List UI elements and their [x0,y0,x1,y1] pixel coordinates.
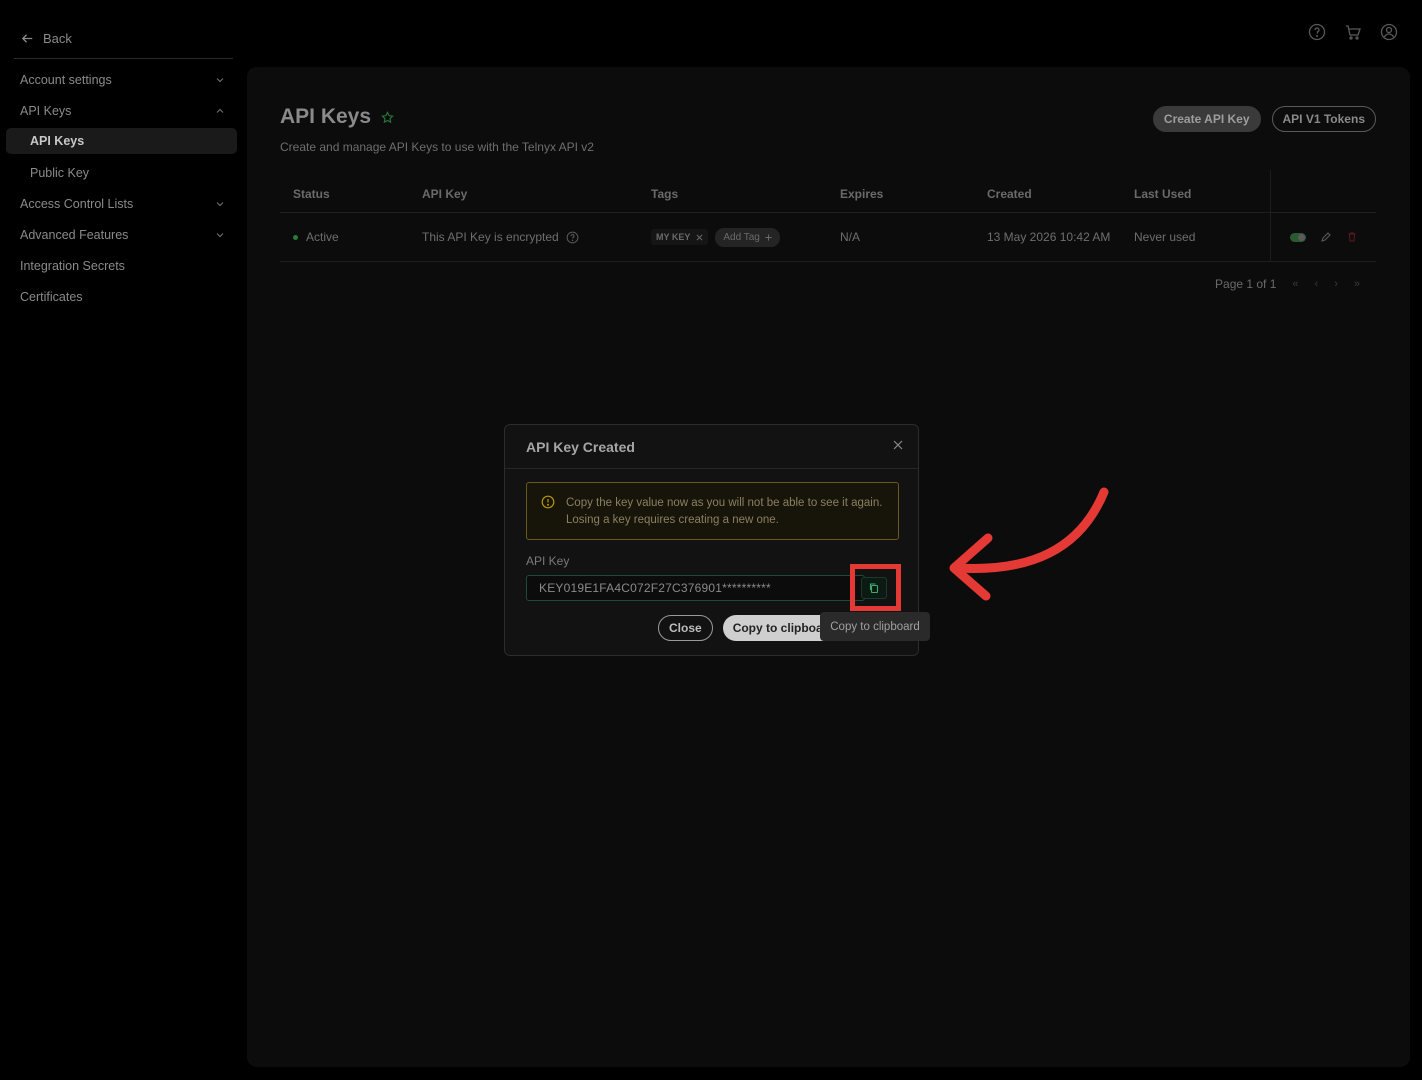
sidebar-item-label: Account settings [20,72,112,87]
sidebar-item-label: Public Key [30,165,90,180]
sidebar: Back Account settings API Keys API Keys … [0,0,247,1080]
close-icon[interactable] [696,234,703,241]
column-header: Last Used [1134,187,1192,201]
sidebar-item-label: Access Control Lists [20,196,134,211]
close-icon[interactable] [892,439,904,451]
sidebar-item-integration-secrets[interactable]: Integration Secrets [6,250,237,281]
sidebar-item-label: Integration Secrets [20,258,125,273]
warning-icon [541,495,555,509]
page-title: API Keys [280,105,372,128]
api-key-text: This API Key is encrypted [422,230,559,244]
sidebar-item-access-control-lists[interactable]: Access Control Lists [6,188,237,219]
warning-alert: Copy the key value now as you will not b… [526,482,899,540]
modal-actions: Close Copy to clipboard [658,615,841,641]
modal-title: API Key Created [526,439,635,455]
column-header: Tags [651,187,679,201]
create-api-key-button[interactable]: Create API Key [1152,106,1261,132]
prev-page-icon[interactable]: ‹ [1315,278,1319,290]
close-button[interactable]: Close [658,615,713,641]
sidebar-item-certificates[interactable]: Certificates [6,281,237,312]
expires-cell: N/A [840,230,861,244]
tags-cell: MY KEY Add Tag [651,227,780,247]
add-tag-button[interactable]: Add Tag [715,227,780,247]
row-actions [1290,231,1358,243]
chevron-down-icon [216,77,224,82]
header-actions: Create API Key API V1 Tokens [1152,106,1376,132]
plus-icon [765,233,772,241]
sidebar-divider [14,58,233,59]
back-label: Back [43,31,72,46]
modal-divider [505,468,918,469]
first-page-icon[interactable]: « [1292,278,1298,290]
column-header: API Key [422,187,468,201]
cart-icon[interactable] [1344,23,1362,41]
sidebar-item-account-settings[interactable]: Account settings [6,64,237,95]
last-used-cell: Never used [1134,230,1196,244]
sidebar-nav: Account settings API Keys API Keys Publi… [6,64,237,312]
sidebar-item-label: Advanced Features [20,227,129,242]
sidebar-item-public-key[interactable]: Public Key [6,157,237,188]
question-icon[interactable] [566,231,579,244]
created-cell: 13 May 2026 10:42 AM [987,230,1111,244]
star-icon[interactable] [381,110,394,124]
pagination: Page 1 of 1 « ‹ › » [1215,277,1360,291]
sidebar-item-advanced-features[interactable]: Advanced Features [6,219,237,250]
status-dot [293,234,298,240]
page-indicator: Page 1 of 1 [1215,277,1277,291]
chevron-down-icon [216,201,224,206]
api-v1-tokens-button[interactable]: API V1 Tokens [1271,106,1376,132]
help-icon[interactable] [1308,23,1326,41]
sidebar-item-label: Certificates [20,289,83,304]
tag-chip: MY KEY [651,229,709,245]
tag-label: MY KEY [656,232,691,242]
column-header: Status [293,187,330,201]
sidebar-item-api-keys-group[interactable]: API Keys [6,95,237,126]
next-page-icon[interactable]: › [1334,278,1338,290]
top-toolbar [1308,23,1398,41]
sidebar-item-api-keys[interactable]: API Keys [6,128,237,154]
sidebar-item-label: API Keys [20,103,72,118]
copy-icon [869,583,879,594]
api-key-field[interactable]: KEY019E1FA4C072F27C376901********** [526,575,865,601]
sidebar-item-label: API Keys [30,134,85,148]
table-header: Status API Key Tags Expires Created Last… [280,170,1376,262]
api-key-label: API Key [526,554,570,568]
copy-tooltip: Copy to clipboard [820,612,930,641]
table-row: Active This API Key is encrypted MY KEY … [280,213,1376,262]
arrow-left-icon [21,34,33,43]
trash-icon[interactable] [1346,231,1358,243]
column-header: Created [987,187,1032,201]
enable-toggle[interactable] [1290,232,1306,242]
column-header: Expires [840,187,884,201]
api-keys-table: Status API Key Tags Expires Created Last… [280,170,1376,262]
last-page-icon[interactable]: » [1354,278,1360,290]
chevron-down-icon [216,232,224,237]
user-icon[interactable] [1380,23,1398,41]
pencil-icon[interactable] [1320,231,1332,243]
chevron-up-icon [216,108,224,113]
status-text: Active [306,230,339,244]
copy-key-button[interactable] [861,577,887,599]
add-tag-label: Add Tag [723,231,760,243]
warning-text: Copy the key value now as you will not b… [566,497,883,526]
title-row: API Keys [280,105,394,129]
page-subtitle: Create and manage API Keys to use with t… [280,140,594,154]
api-key-cell: This API Key is encrypted [422,230,579,244]
back-link[interactable]: Back [20,31,72,46]
status-cell: Active [293,230,339,244]
